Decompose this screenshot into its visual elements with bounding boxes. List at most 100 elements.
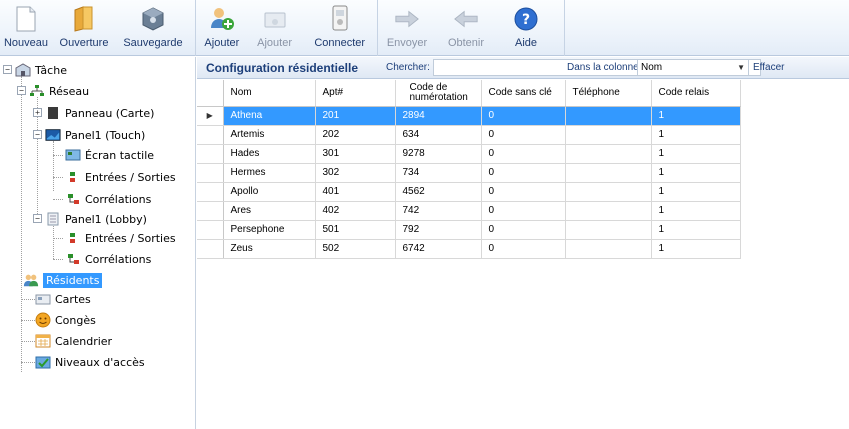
column-header-dial-code[interactable]: Code de numérotation	[395, 80, 482, 107]
cell-keyless-code[interactable]: 0	[481, 182, 566, 202]
table-row[interactable]: Hades 301 9278 0 1	[197, 144, 741, 164]
collapse-panel1-lobby-icon[interactable]: −	[33, 214, 42, 223]
send-button[interactable]: Envoyer	[379, 0, 435, 56]
connect-button[interactable]: Connecter	[302, 0, 377, 56]
row-selector[interactable]	[197, 239, 224, 259]
tree-item-calendar[interactable]: Calendrier	[35, 332, 112, 350]
cell-name[interactable]: Hades	[223, 144, 316, 164]
tree-item-inputs-outputs-1[interactable]: Entrées / Sorties	[65, 168, 176, 186]
tree-item-access-levels[interactable]: Niveaux d'accès	[35, 353, 145, 371]
table-row[interactable]: Artemis 202 634 0 1	[197, 125, 741, 145]
tree-item-task[interactable]: Tâche	[15, 61, 67, 79]
collapse-root-icon[interactable]: −	[3, 65, 12, 74]
open-button[interactable]: Ouverture	[52, 0, 116, 56]
column-header-relay-code[interactable]: Code relais	[651, 80, 741, 107]
column-header-apt[interactable]: Apt#	[315, 80, 396, 107]
cell-apt[interactable]: 301	[315, 144, 396, 164]
cell-name[interactable]: Apollo	[223, 182, 316, 202]
cell-apt[interactable]: 501	[315, 220, 396, 240]
help-button[interactable]: ? Aide	[497, 0, 555, 56]
tree-item-correlations-1[interactable]: Corrélations	[65, 190, 151, 208]
collapse-network-icon[interactable]: −	[17, 86, 26, 95]
expand-panel-card-icon[interactable]: +	[33, 108, 42, 117]
save-button[interactable]: Sauvegarde	[116, 0, 190, 56]
table-row[interactable]: Zeus 502 6742 0 1	[197, 239, 741, 259]
cell-dial-code[interactable]: 734	[395, 163, 482, 183]
tree-item-holidays[interactable]: Congès	[35, 311, 96, 329]
tree-item-cards[interactable]: Cartes	[35, 290, 91, 308]
cell-relay-code[interactable]: 1	[651, 239, 741, 259]
get-button[interactable]: Obtenir	[435, 0, 497, 56]
cell-keyless-code[interactable]: 0	[481, 106, 566, 126]
cell-dial-code[interactable]: 6742	[395, 239, 482, 259]
cell-phone[interactable]	[565, 239, 652, 259]
cell-relay-code[interactable]: 1	[651, 125, 741, 145]
cell-dial-code[interactable]: 9278	[395, 144, 482, 164]
tree-item-network[interactable]: Réseau	[29, 82, 89, 100]
cell-name[interactable]: Artemis	[223, 125, 316, 145]
cell-dial-code[interactable]: 792	[395, 220, 482, 240]
add-button[interactable]: Ajouter	[197, 0, 247, 56]
column-header-phone[interactable]: Téléphone	[565, 80, 652, 107]
cell-relay-code[interactable]: 1	[651, 201, 741, 221]
cell-phone[interactable]	[565, 163, 652, 183]
cell-relay-code[interactable]: 1	[651, 220, 741, 240]
cell-apt[interactable]: 502	[315, 239, 396, 259]
table-row[interactable]: Apollo 401 4562 0 1	[197, 182, 741, 202]
table-row[interactable]: ▶ Athena 201 2894 0 1	[197, 106, 741, 126]
row-selector[interactable]	[197, 201, 224, 221]
add-disabled-button[interactable]: Ajouter	[247, 0, 303, 56]
table-row[interactable]: Ares 402 742 0 1	[197, 201, 741, 221]
cell-keyless-code[interactable]: 0	[481, 125, 566, 145]
cell-name[interactable]: Zeus	[223, 239, 316, 259]
column-header-name[interactable]: Nom	[223, 80, 316, 107]
cell-phone[interactable]	[565, 144, 652, 164]
cell-apt[interactable]: 202	[315, 125, 396, 145]
cell-keyless-code[interactable]: 0	[481, 163, 566, 183]
cell-name[interactable]: Athena	[223, 106, 316, 126]
cell-name[interactable]: Ares	[223, 201, 316, 221]
tree-item-panel1-touch[interactable]: Panel1 (Touch)	[45, 126, 145, 144]
tree-item-panel1-lobby[interactable]: Panel1 (Lobby)	[45, 210, 147, 228]
cell-relay-code[interactable]: 1	[651, 144, 741, 164]
column-header-keyless-code[interactable]: Code sans clé	[481, 80, 566, 107]
cell-name[interactable]: Hermes	[223, 163, 316, 183]
cell-keyless-code[interactable]: 0	[481, 144, 566, 164]
cell-phone[interactable]	[565, 125, 652, 145]
cell-phone[interactable]	[565, 201, 652, 221]
row-selector[interactable]	[197, 125, 224, 145]
cell-apt[interactable]: 201	[315, 106, 396, 126]
cell-phone[interactable]	[565, 106, 652, 126]
cell-phone[interactable]	[565, 182, 652, 202]
collapse-panel1-touch-icon[interactable]: −	[33, 130, 42, 139]
row-selector[interactable]	[197, 163, 224, 183]
cell-apt[interactable]: 402	[315, 201, 396, 221]
cell-dial-code[interactable]: 742	[395, 201, 482, 221]
table-row[interactable]: Hermes 302 734 0 1	[197, 163, 741, 183]
cell-keyless-code[interactable]: 0	[481, 220, 566, 240]
clear-button[interactable]: Effacer	[753, 62, 785, 73]
cell-keyless-code[interactable]: 0	[481, 239, 566, 259]
cell-apt[interactable]: 302	[315, 163, 396, 183]
cell-relay-code[interactable]: 1	[651, 182, 741, 202]
tree-item-residents[interactable]: Résidents	[23, 271, 103, 289]
new-button[interactable]: Nouveau	[0, 0, 52, 56]
cell-dial-code[interactable]: 4562	[395, 182, 482, 202]
tree-item-touch-screen[interactable]: Écran tactile	[65, 146, 154, 164]
cell-name[interactable]: Persephone	[223, 220, 316, 240]
row-selector[interactable]: ▶	[197, 106, 224, 126]
cell-apt[interactable]: 401	[315, 182, 396, 202]
tree-item-inputs-outputs-2[interactable]: Entrées / Sorties	[65, 229, 176, 247]
row-selector[interactable]	[197, 182, 224, 202]
row-selector[interactable]	[197, 144, 224, 164]
column-select[interactable]: Nom ▼	[637, 59, 749, 76]
cell-dial-code[interactable]: 2894	[395, 106, 482, 126]
cell-phone[interactable]	[565, 220, 652, 240]
row-selector[interactable]	[197, 220, 224, 240]
tree-item-panel-card[interactable]: Panneau (Carte)	[45, 104, 154, 122]
cell-relay-code[interactable]: 1	[651, 106, 741, 126]
cell-keyless-code[interactable]: 0	[481, 201, 566, 221]
cell-relay-code[interactable]: 1	[651, 163, 741, 183]
dropdown-arrow-icon[interactable]: ▼	[737, 60, 745, 75]
cell-dial-code[interactable]: 634	[395, 125, 482, 145]
